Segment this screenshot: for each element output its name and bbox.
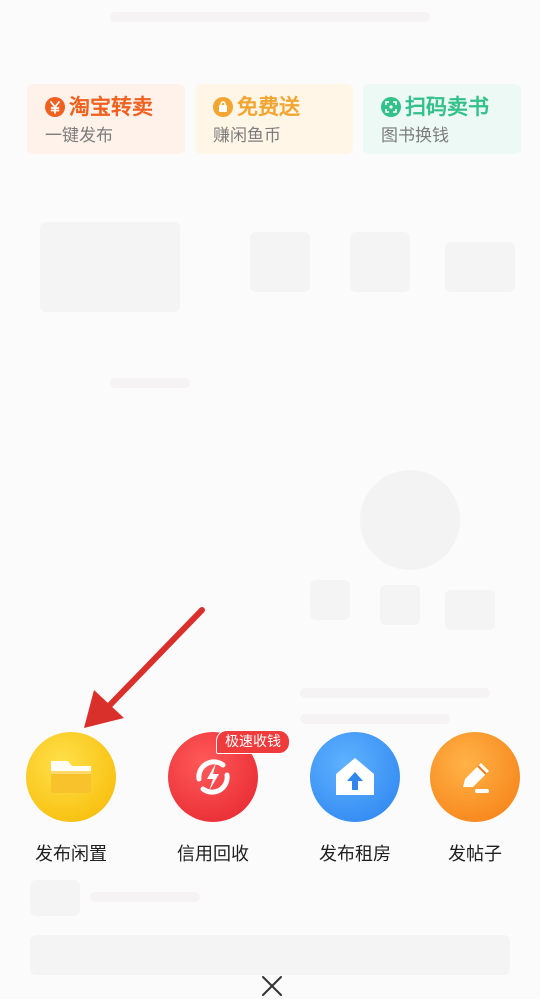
action-label: 发帖子	[448, 844, 502, 865]
action-circle	[26, 732, 116, 822]
background-thumb-placeholder	[250, 232, 310, 292]
shortcut-free-giveaway[interactable]: 免费送 赚闲鱼币	[195, 84, 353, 154]
background-thumb-placeholder	[30, 880, 80, 916]
background-text-placeholder	[110, 378, 190, 388]
create-post-button[interactable]: 发帖子	[410, 732, 540, 866]
action-label: 发布闲置	[35, 844, 107, 865]
background-thumb-placeholder	[350, 232, 410, 292]
shortcut-scan-sell-books[interactable]: 扫码卖书 图书换钱	[363, 84, 521, 154]
background-header-placeholder	[110, 12, 430, 22]
shortcut-subtitle: 赚闲鱼币	[213, 126, 281, 146]
shortcut-subtitle: 一键发布	[45, 126, 113, 146]
action-label: 信用回收	[177, 844, 249, 865]
background-text-placeholder	[300, 714, 450, 724]
shortcut-title: 免费送	[237, 95, 300, 119]
recycle-bolt-icon	[196, 759, 230, 795]
pencil-icon	[463, 763, 489, 793]
background-thumb-placeholder	[310, 580, 350, 620]
background-text-placeholder	[300, 688, 490, 698]
house-upload-icon	[336, 758, 374, 795]
action-circle	[310, 732, 400, 822]
action-circle	[430, 732, 520, 822]
close-button[interactable]	[258, 974, 286, 999]
shortcut-title: 扫码卖书	[405, 95, 489, 119]
background-image-placeholder	[360, 470, 460, 570]
background-row-placeholder	[30, 935, 510, 975]
shortcut-title: 淘宝转卖	[69, 95, 153, 119]
background-thumb-placeholder	[380, 585, 420, 625]
background-text-placeholder	[90, 892, 200, 902]
gift-bag-icon	[213, 97, 233, 117]
shortcut-subtitle: 图书换钱	[381, 126, 449, 146]
folder-icon	[51, 761, 91, 793]
publish-idle-item-button[interactable]: 发布闲置	[6, 732, 136, 866]
publish-rental-button[interactable]: 发布租房	[290, 732, 420, 866]
background-thumb-placeholder	[445, 242, 515, 292]
background-thumb-placeholder	[445, 590, 495, 630]
background-card-placeholder	[40, 222, 180, 312]
yen-icon	[45, 97, 65, 117]
scan-icon	[381, 97, 401, 117]
shortcut-taobao-resell[interactable]: 淘宝转卖 一键发布	[27, 84, 185, 154]
close-icon	[262, 976, 282, 996]
fast-cash-badge: 极速收钱	[216, 730, 290, 754]
action-label: 发布租房	[319, 844, 391, 865]
